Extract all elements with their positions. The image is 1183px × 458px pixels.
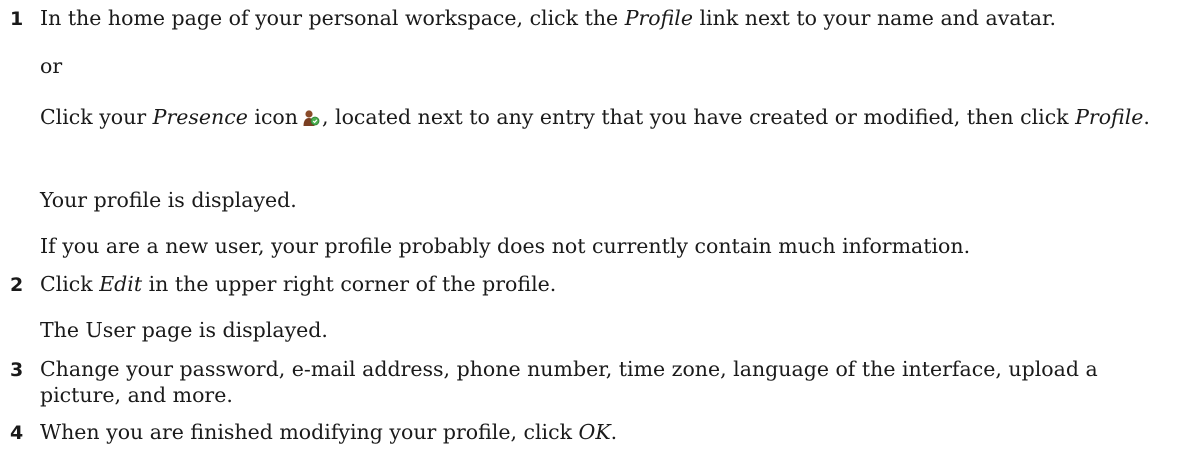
step-1-result: Your profile is displayed. bbox=[40, 188, 297, 212]
edit-link-term: Edit bbox=[99, 272, 143, 296]
step-2-result: The User page is displayed. bbox=[40, 318, 328, 342]
or-separator: or bbox=[40, 54, 63, 78]
step-1-note: If you are a new user, your profile prob… bbox=[40, 234, 971, 258]
step-3-instruction: Change your password, e-mail address, ph… bbox=[40, 357, 1098, 407]
step-number: 3 bbox=[10, 359, 24, 381]
step-1-instruction: In the home page of your personal worksp… bbox=[40, 6, 1057, 30]
ok-button-term: OK bbox=[578, 420, 611, 444]
step-number: 2 bbox=[10, 274, 24, 296]
step-1-alternative: Click your Presence icon, located next t… bbox=[40, 105, 1150, 129]
step-4-instruction: When you are finished modifying your pro… bbox=[40, 420, 618, 444]
profile-link-term: Profile bbox=[624, 6, 693, 30]
step-number: 1 bbox=[10, 8, 24, 30]
step-number: 4 bbox=[10, 422, 24, 444]
step-2-instruction: Click Edit in the upper right corner of … bbox=[40, 272, 557, 296]
presence-icon bbox=[302, 107, 320, 126]
